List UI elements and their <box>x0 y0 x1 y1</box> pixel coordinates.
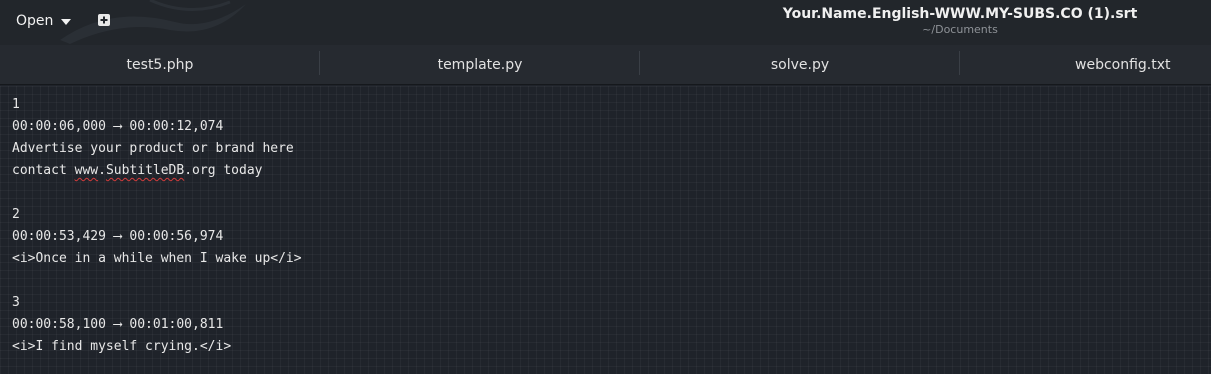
header-bar: Open Your.Name.English-WWW.MY-SUBS.CO (1… <box>0 0 1211 45</box>
editor-line-contact: contact www.SubtitleDB.org today <box>12 160 1199 182</box>
document-title: Your.Name.English-WWW.MY-SUBS.CO (1).srt <box>782 6 1138 22</box>
chevron-down-icon <box>61 19 72 25</box>
open-button[interactable]: Open <box>8 8 79 34</box>
tab-label: test5.php <box>126 57 194 73</box>
line-text: . <box>98 163 106 178</box>
editor-line: 00:00:58,100 ⟶ 00:01:00,811 <box>12 317 224 332</box>
tab-label: template.py <box>437 57 523 73</box>
editor-line: 3 <box>12 295 20 310</box>
new-document-icon <box>98 14 110 26</box>
editor-line: <i>Once in a while when I wake up</i> <box>12 251 302 266</box>
tab-label: solve.py <box>770 57 830 73</box>
editor-line: 00:00:06,000 ⟶ 00:00:12,074 <box>12 119 224 134</box>
editor-line: Advertise your product or brand here <box>12 141 294 156</box>
misspelled-word: SubtitleDB <box>105 163 185 178</box>
tab-webconfig-txt[interactable]: webconfig.txt <box>960 45 1211 85</box>
misspelled-word: www <box>74 163 99 178</box>
tab-label: webconfig.txt <box>1075 57 1171 73</box>
editor-line: 00:00:53,429 ⟶ 00:00:56,974 <box>12 229 224 244</box>
text-editor-window: Open Your.Name.English-WWW.MY-SUBS.CO (1… <box>0 0 1211 374</box>
tab-solve-py[interactable]: solve.py <box>640 45 960 85</box>
text-editor-area[interactable]: 1 00:00:06,000 ⟶ 00:00:12,074 Advertise … <box>0 86 1211 374</box>
open-button-label: Open <box>16 13 54 29</box>
editor-line: 2 <box>12 207 20 222</box>
editor-line: <i>I find myself crying.</i> <box>12 339 232 354</box>
editor-line: 1 <box>12 97 20 112</box>
document-path: ~/Documents <box>922 23 998 36</box>
tab-test5-php[interactable]: test5.php <box>0 45 320 85</box>
new-document-button[interactable] <box>94 10 114 30</box>
tab-bar: test5.php template.py solve.py webconfig… <box>0 45 1211 85</box>
line-text: contact <box>12 163 75 178</box>
window-title-block: Your.Name.English-WWW.MY-SUBS.CO (1).srt… <box>760 5 1160 37</box>
tab-template-py[interactable]: template.py <box>320 45 640 85</box>
line-text: .org today <box>184 163 263 178</box>
